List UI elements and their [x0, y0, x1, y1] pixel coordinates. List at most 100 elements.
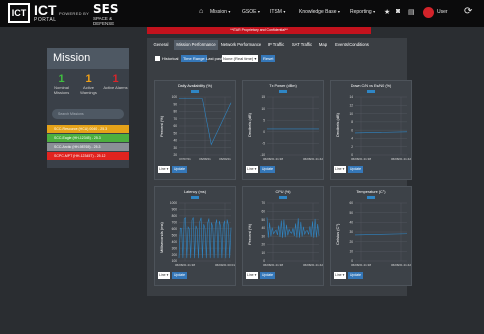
- nav-gsoe[interactable]: GSOE ▾: [242, 9, 260, 15]
- historical-checkbox[interactable]: [155, 56, 160, 61]
- y-tick-label: 20: [261, 243, 265, 247]
- tab-mission-performance[interactable]: Mission Performance: [174, 40, 218, 50]
- update-button[interactable]: Update: [172, 166, 187, 173]
- y-tick-label: 80: [173, 110, 177, 114]
- update-button[interactable]: Update: [260, 166, 275, 173]
- star-icon[interactable]: ★: [384, 8, 390, 16]
- y-tick-label: 500: [172, 233, 178, 237]
- update-button[interactable]: Update: [348, 272, 363, 279]
- mission-item[interactable]: SCC-Eagle (HH-12345) - 25.3: [47, 134, 129, 142]
- chart-type-select[interactable]: Line ▾: [334, 166, 346, 173]
- y-tick-label: 1000: [170, 201, 177, 205]
- powered-by: POWERED BY: [59, 11, 90, 16]
- range-select[interactable]: None (Real time) ▾: [222, 55, 258, 62]
- x-tick-label: 06/08/21 21:38: [351, 263, 371, 267]
- tab-network-performance[interactable]: Network Performance: [219, 40, 263, 50]
- update-button[interactable]: Update: [260, 272, 275, 279]
- chart-type-select[interactable]: Line ▾: [334, 272, 346, 279]
- series-line: [354, 131, 408, 134]
- chart-type-select[interactable]: Line ▾: [246, 166, 258, 173]
- chart-panel: Temperature (C°) Celsius (C°) 60 50 40 30 20…: [330, 186, 412, 286]
- chart-svg: 100 90 80 70 60 50 40 30 2007/07/21 06/08/21 06/09…: [172, 95, 232, 161]
- home-icon[interactable]: ⌂: [199, 8, 203, 15]
- y-tick-label: 100: [172, 95, 178, 99]
- nav-knowledge-base[interactable]: Knowledge Base ▾: [299, 9, 340, 15]
- last-past-label: Last past: [206, 56, 223, 61]
- x-tick-label: 06/08/21: [199, 157, 211, 161]
- tab-bar: General Mission Performance Network Perf…: [147, 40, 407, 50]
- x-tick-label: 06/08/21 21:42: [303, 263, 323, 267]
- mission-search-input[interactable]: Search Missions: [52, 109, 124, 119]
- update-button[interactable]: Update: [172, 272, 187, 279]
- classification-banner: **ITAR Proprietary and Confidential**: [147, 27, 371, 34]
- y-tick-label: 14: [349, 95, 353, 99]
- chart-type-select[interactable]: Line ▾: [246, 272, 258, 279]
- nav-mission[interactable]: Mission ▾: [210, 9, 230, 15]
- tab-general[interactable]: General: [149, 40, 173, 50]
- x-tick-label: 06/08/21 21:38: [351, 157, 371, 161]
- y-tick-label: 10: [261, 107, 265, 111]
- reset-button[interactable]: Reset: [261, 55, 276, 62]
- y-tick-label: 60: [261, 209, 265, 213]
- y-tick-label: -5: [262, 142, 265, 146]
- chart-svg: 100090080070060050040030020010006/08/21 …: [170, 201, 235, 267]
- user-label[interactable]: User: [437, 9, 448, 15]
- y-tick-label: 40: [261, 226, 265, 230]
- y-tick-label: 0: [263, 130, 265, 134]
- x-tick-label: 06/09/21 00:01: [215, 263, 235, 267]
- nominal-count[interactable]: 1 Nominal Missions: [48, 73, 75, 95]
- chart-panel: Daily Availability (%) Percent (%) 100 90…: [154, 80, 236, 180]
- historical-label: Historical: [162, 56, 179, 61]
- x-tick-label: 06/08/21 21:38: [263, 157, 283, 161]
- y-tick-label: 2: [351, 145, 353, 149]
- chart-svg: 605040302010006/08/21 21:38 06/08/21 21:4…: [349, 201, 411, 267]
- y-tick-label: 50: [261, 218, 265, 222]
- y-tick-label: 200: [172, 253, 178, 257]
- tab-events-conditions[interactable]: Events/Conditions: [331, 40, 373, 50]
- x-tick-label: 06/08/21 21:42: [303, 157, 323, 161]
- ses-logo: SES: [93, 2, 119, 16]
- y-tick-label: 30: [261, 234, 265, 238]
- y-tick-label: 400: [172, 240, 178, 244]
- y-tick-label: 800: [172, 214, 178, 218]
- y-tick-label: 40: [173, 139, 177, 143]
- alarms-count[interactable]: 1 Active Alarms: [102, 73, 129, 90]
- chart-svg: 1412108642006/08/21 21:38 06/08/21 21:42: [349, 95, 411, 161]
- y-tick-label: 600: [172, 227, 178, 231]
- x-tick-label: 06/08/21 21:42: [391, 157, 411, 161]
- nav-reporting[interactable]: Reporting ▾: [350, 9, 375, 15]
- y-tick-label: 10: [349, 112, 353, 116]
- camera-icon[interactable]: ◙: [396, 8, 400, 15]
- avatar[interactable]: [423, 7, 434, 18]
- chart-type-select[interactable]: Line ▾: [158, 166, 170, 173]
- ict-logo-box: ICT: [8, 3, 30, 23]
- chart-panel: Latency (ms) Milliseconds (ms) 1000 900 80…: [154, 186, 236, 286]
- y-tick-label: 8: [351, 120, 353, 124]
- y-tick-label: 900: [172, 208, 178, 212]
- x-tick-label: 06/08/21 21:38: [175, 263, 195, 267]
- print-icon[interactable]: ▤: [408, 8, 415, 16]
- tab-map[interactable]: Map: [316, 40, 330, 50]
- tab-sat-traffic[interactable]: SAT Traffic: [289, 40, 315, 50]
- tab-ip-traffic[interactable]: IP Traffic: [264, 40, 288, 50]
- y-tick-label: 70: [261, 201, 265, 205]
- y-tick-label: 20: [173, 153, 177, 157]
- x-tick-label: 07/07/21: [179, 157, 191, 161]
- y-tick-label: 90: [173, 102, 177, 106]
- main-content: General Mission Performance Network Perf…: [147, 38, 412, 296]
- nav-itsm[interactable]: ITSM ▾: [270, 9, 285, 15]
- refresh-icon[interactable]: ⟳: [464, 6, 472, 17]
- update-button[interactable]: Update: [348, 166, 363, 173]
- y-tick-label: 12: [349, 103, 353, 107]
- x-tick-label: 06/08/21 21:38: [263, 263, 283, 267]
- chart-svg: 70605040302010006/08/21 21:38 06/08/21 21…: [261, 201, 323, 267]
- x-tick-label: 06/08/21 21:42: [391, 263, 411, 267]
- mission-item[interactable]: SCPC-MPT (HH-12345T) - 25.12: [47, 152, 129, 160]
- warnings-count[interactable]: 1 Active Warnings: [75, 73, 102, 95]
- time-range-button[interactable]: Time Range: [181, 55, 207, 62]
- chart-type-select[interactable]: Line ▾: [158, 272, 170, 279]
- mission-item[interactable]: SCC-Arctic (HH-98765) - 25.3: [47, 143, 129, 151]
- y-tick-label: 4: [351, 137, 353, 141]
- y-tick-label: 6: [351, 128, 353, 132]
- mission-item[interactable]: SCC-Resource (HCU) 0040 - 25.3: [47, 125, 129, 133]
